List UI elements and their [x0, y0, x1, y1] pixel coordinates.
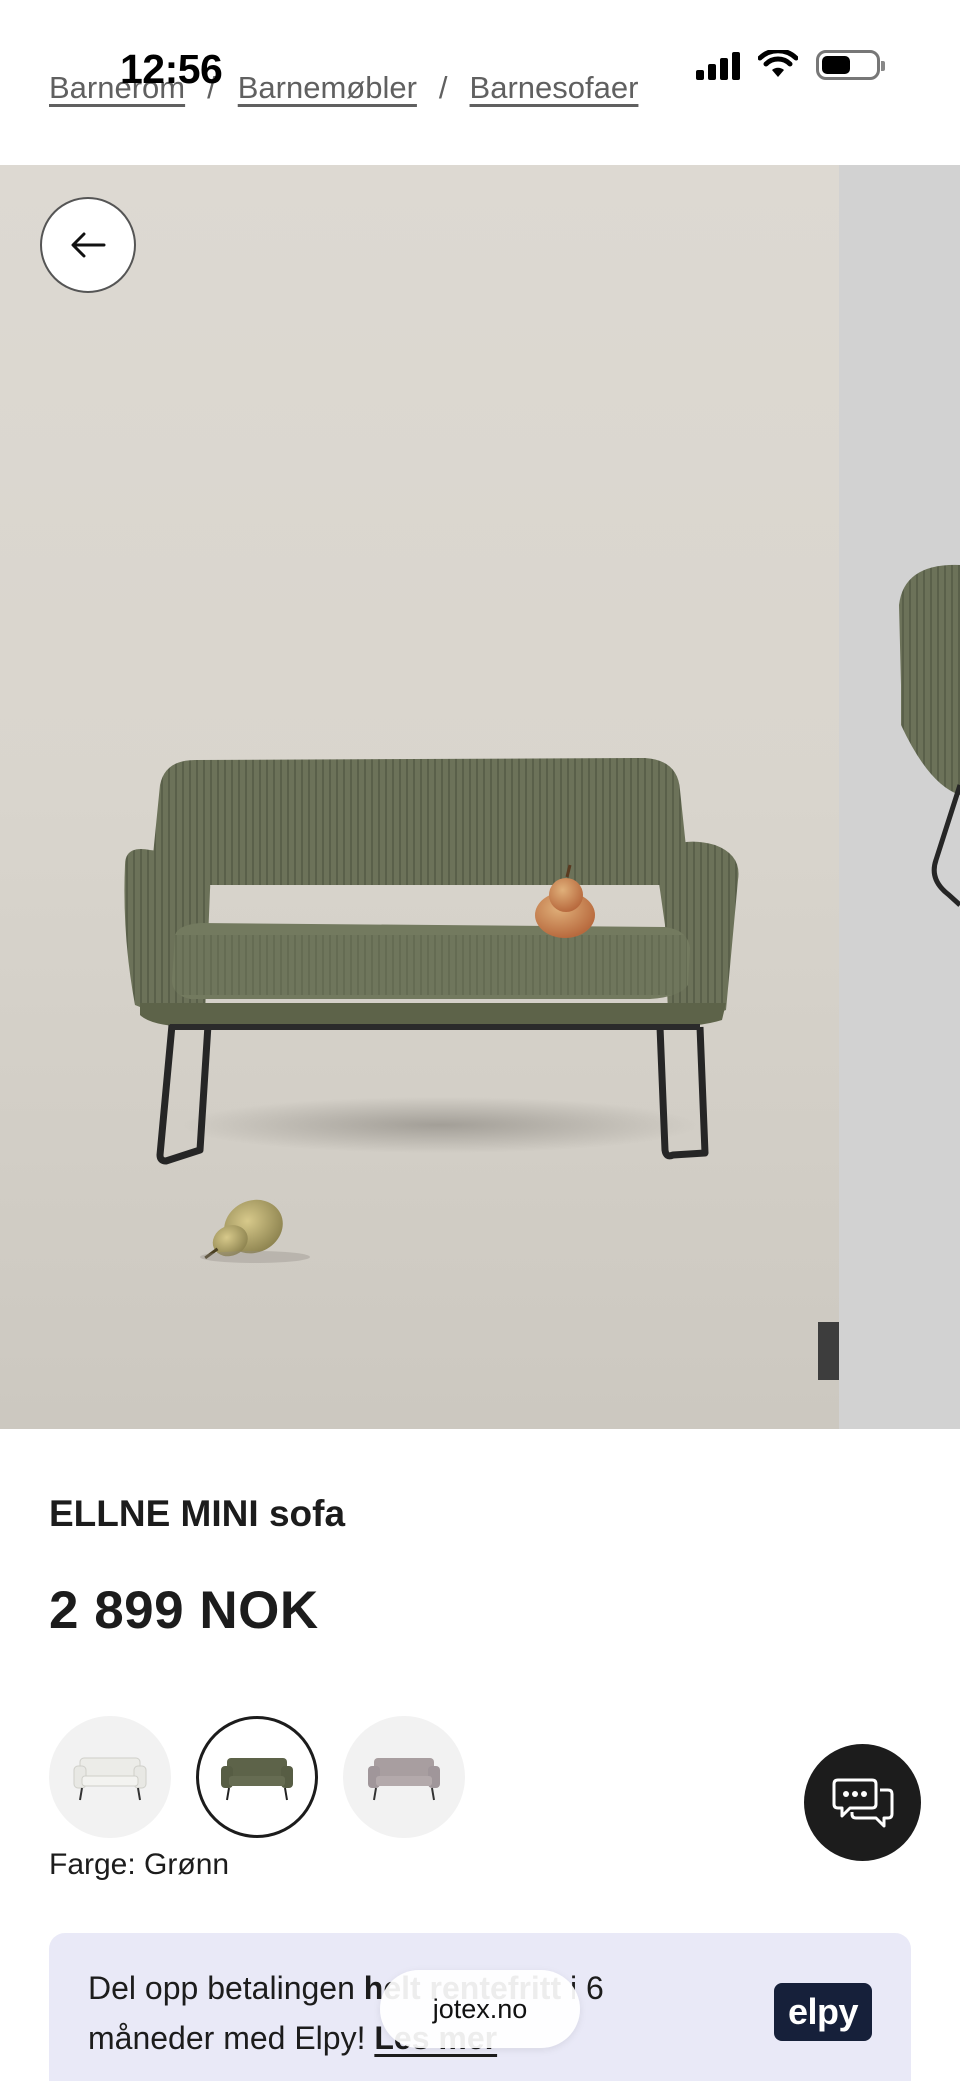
battery-icon [816, 50, 885, 80]
color-swatch-mauve[interactable] [343, 1716, 465, 1838]
breadcrumb-separator: / [438, 70, 448, 105]
sofa-thumbnail-green [221, 1758, 293, 1801]
selected-color-label: Farge: Grønn [49, 1848, 230, 1881]
back-button[interactable] [40, 197, 136, 293]
sofa-thumbnail-mauve [368, 1758, 440, 1801]
sofa-thumbnail-white [73, 1757, 147, 1801]
chair-photo-peek [899, 564, 960, 907]
breadcrumb-link-barnemobler[interactable]: Barnemøbler [238, 70, 417, 106]
status-icons [696, 50, 885, 80]
cellular-signal-icon [696, 50, 740, 80]
breadcrumb-link-barnesofaer[interactable]: Barnesofaer [470, 70, 639, 106]
product-image-carousel[interactable]: 1 / 9 [0, 165, 960, 1429]
chat-button[interactable] [804, 1744, 921, 1861]
product-price: 2 899 NOK [49, 1581, 319, 1640]
browser-url-bar[interactable]: jotex.no [380, 1970, 580, 2048]
sofa-photo [124, 758, 739, 1263]
wifi-icon [758, 50, 798, 77]
page-header: 12:56 Barnerom / Barnemøbler / Barnesofa… [0, 0, 960, 165]
product-title: ELLNE MINI sofa [49, 1493, 346, 1534]
color-swatches [49, 1716, 465, 1838]
color-swatch-green[interactable] [196, 1716, 318, 1838]
product-image[interactable]: 1 / 9 [0, 165, 921, 1429]
status-time: 12:56 [120, 46, 223, 92]
chat-bubbles-icon [832, 1778, 893, 1827]
arrow-left-icon [71, 232, 106, 258]
next-product-image[interactable] [839, 165, 960, 1429]
color-swatch-white[interactable] [49, 1716, 171, 1838]
elpy-logo: elpy [774, 1983, 872, 2041]
